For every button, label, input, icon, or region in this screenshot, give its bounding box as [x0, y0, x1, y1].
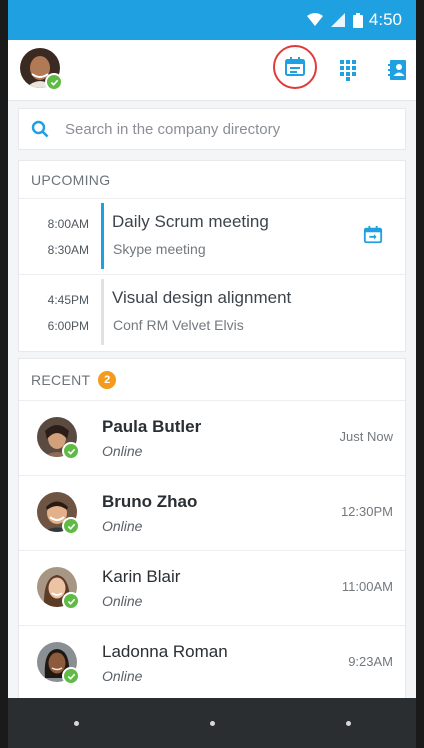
status-time: 4:50	[368, 10, 402, 29]
directory-search[interactable]	[18, 108, 406, 150]
recent-section: RECENT 2 Paula Butler Online Just Now Br…	[18, 358, 406, 700]
avatar	[37, 567, 80, 610]
recent-heading: RECENT 2	[19, 359, 405, 401]
recent-contact-row[interactable]: Ladonna Roman Online 9:23AM	[19, 626, 405, 700]
recent-heading-label: RECENT	[31, 371, 91, 388]
meeting-location: Conf RM Velvet Elvis	[113, 317, 244, 333]
meeting-start-time: 4:45PM	[47, 293, 89, 307]
meeting-accent-bar	[101, 203, 104, 269]
presence-online-icon	[45, 73, 63, 91]
contact-name: Paula Butler	[102, 417, 202, 436]
presence-online-icon	[62, 517, 80, 535]
calendar-icon	[285, 57, 305, 76]
recent-contact-row[interactable]: Bruno Zhao Online 12:30PM	[19, 476, 405, 551]
unread-count-badge: 2	[98, 370, 117, 389]
contact-time: 9:23AM	[348, 654, 393, 669]
avatar	[37, 492, 80, 535]
contact-status: Online	[102, 518, 143, 534]
contacts-button[interactable]	[380, 52, 416, 88]
meeting-accent-bar	[101, 279, 104, 345]
contact-time: 12:30PM	[340, 504, 393, 519]
contact-time: Just Now	[339, 429, 393, 444]
contact-name: Ladonna Roman	[102, 642, 228, 661]
upcoming-section: UPCOMING 8:00AM 8:30AM Daily Scrum meeti…	[18, 160, 406, 352]
meeting-end-time: 8:30AM	[47, 243, 89, 257]
meeting-title: Daily Scrum meeting	[112, 212, 269, 231]
presence-online-icon	[62, 442, 80, 460]
meetings-button[interactable]	[273, 45, 317, 89]
dialpad-icon	[340, 60, 356, 81]
presence-online-icon	[62, 592, 80, 610]
meeting-item[interactable]: 8:00AM 8:30AM Daily Scrum meeting Skype …	[19, 199, 405, 275]
contacts-book-icon	[388, 60, 406, 80]
app-toolbar	[8, 40, 416, 101]
nav-recents-button[interactable]	[345, 720, 351, 726]
contact-name: Karin Blair	[102, 567, 181, 586]
avatar	[37, 417, 80, 460]
upcoming-heading: UPCOMING	[19, 161, 405, 199]
contact-name: Bruno Zhao	[102, 492, 198, 511]
my-avatar[interactable]	[20, 48, 63, 91]
avatar	[37, 642, 80, 685]
signal-icon	[330, 13, 345, 27]
contact-time: 11:00AM	[341, 579, 393, 594]
search-input[interactable]	[63, 119, 367, 139]
recent-contact-row[interactable]: Karin Blair Online 11:00AM	[19, 551, 405, 626]
contact-status: Online	[102, 593, 143, 609]
presence-online-icon	[62, 667, 80, 685]
meeting-location: Skype meeting	[113, 241, 206, 257]
nav-back-button[interactable]	[73, 720, 79, 726]
join-meeting-button[interactable]	[363, 225, 383, 250]
search-icon	[31, 120, 49, 138]
nav-home-button[interactable]	[209, 720, 215, 726]
status-bar: 4:50	[8, 0, 416, 40]
wifi-icon	[306, 13, 323, 26]
phone-screen: 4:50 Search in the company directory UPC…	[0, 0, 424, 748]
meeting-start-time: 8:00AM	[47, 217, 89, 231]
recent-contact-row[interactable]: Paula Butler Online Just Now	[19, 401, 405, 476]
meeting-end-time: 6:00PM	[47, 319, 89, 333]
android-nav-bar	[8, 698, 416, 748]
meeting-item[interactable]: 4:45PM 6:00PM Visual design alignment Co…	[19, 275, 405, 350]
battery-icon	[352, 12, 363, 28]
join-meeting-icon	[363, 225, 383, 244]
meeting-title: Visual design alignment	[112, 288, 292, 307]
contact-status: Online	[102, 668, 143, 684]
contact-status: Online	[102, 443, 143, 459]
dialpad-button[interactable]	[330, 52, 366, 88]
